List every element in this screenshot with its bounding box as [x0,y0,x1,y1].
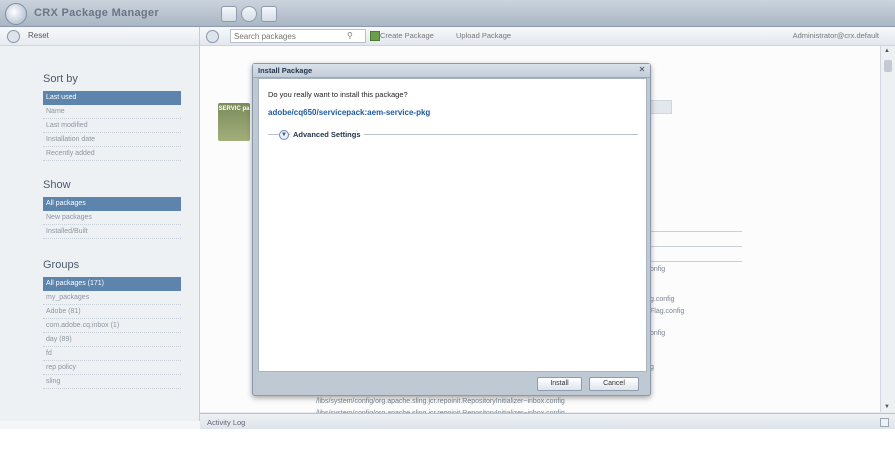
tool-icon-1[interactable] [221,6,237,22]
show-title: Show [43,179,71,191]
group-item-inbox[interactable]: com.adobe.cq.inbox (1) [43,319,181,333]
page-footer [0,429,895,453]
create-package-button[interactable]: Create Package [380,31,434,40]
scrollbar-thumb[interactable] [884,60,892,72]
sort-title: Sort by [43,73,78,85]
content-path: /libs/system/config/org.apache.sling.jcr… [316,398,565,405]
package-thumbnail[interactable]: SERVIC pa [218,103,250,141]
upload-package-button[interactable]: Upload Package [456,31,511,40]
show-item-installed[interactable]: Installed/Built [43,225,181,239]
install-package-dialog: Install Package ✕ Do you really want to … [252,63,651,396]
show-list: All packages New packages Installed/Buil… [43,197,181,239]
expand-toggle-icon[interactable]: ▼ [279,130,289,140]
scroll-down-icon[interactable]: ▼ [884,404,890,410]
group-item-all[interactable]: All packages (171) [43,277,181,291]
dialog-body: Do you really want to install this packa… [258,78,647,372]
group-item-adobe[interactable]: Adobe (81) [43,305,181,319]
install-button[interactable]: Install [537,377,582,391]
main-toolbar: ⚲ Create Package Upload Package Administ… [200,27,895,46]
dialog-footer: Install Cancel [258,371,645,393]
groups-list: All packages (171) my_packages Adobe (81… [43,277,181,389]
search-icon[interactable]: ⚲ [347,31,353,40]
create-package-icon[interactable] [370,31,380,41]
group-item-my-packages[interactable]: my_packages [43,291,181,305]
content-fragment: onfig [650,266,666,273]
group-item-rep-policy[interactable]: rep policy [43,361,181,375]
scroll-up-icon[interactable]: ▲ [884,48,890,54]
sort-item-recently-added[interactable]: Recently added [43,147,181,161]
package-path: adobe/cq650/servicepack:aem-service-pkg [268,108,431,117]
user-menu[interactable]: Administrator@crx.default [793,31,879,40]
scrollbar[interactable]: ▲ ▼ [880,46,895,412]
expand-icon[interactable] [880,418,889,427]
content-fragment: g.config [650,296,675,303]
search-input[interactable] [230,29,366,43]
tool-icon-3[interactable] [261,6,277,22]
divider [650,231,742,232]
groups-title: Groups [43,259,80,271]
dialog-title: Install Package [258,66,313,75]
divider [650,261,742,262]
close-icon[interactable]: ✕ [638,66,646,74]
group-item-day[interactable]: day (89) [43,333,181,347]
sort-item-name[interactable]: Name [43,105,181,119]
group-item-sling[interactable]: sling [43,375,181,389]
sidebar-toolbar: Reset [0,27,199,46]
cancel-button[interactable]: Cancel [589,377,639,391]
app-title: CRX Package Manager [34,7,159,19]
sort-list: Last used Name Last modified Installatio… [43,91,181,161]
sort-item-last-used[interactable]: Last used [43,91,181,105]
content-fragment: Flag.config [650,308,685,315]
show-item-new[interactable]: New packages [43,211,181,225]
reset-button[interactable]: Reset [28,31,49,40]
activity-log-label: Activity Log [207,418,246,427]
sort-item-last-modified[interactable]: Last modified [43,119,181,133]
sidebar: Reset Sort by Last used Name Last modifi… [0,27,200,421]
content-fragment: onfig [650,330,666,337]
activity-log-bar[interactable]: Activity Log [200,413,895,430]
divider [650,246,742,247]
advanced-settings-toggle[interactable]: Advanced Settings [290,130,364,139]
group-item-fd[interactable]: fd [43,347,181,361]
reset-icon[interactable] [7,30,20,43]
dialog-header: Install Package ✕ [253,64,650,78]
tool-icon-2[interactable] [241,6,257,22]
confirm-question: Do you really want to install this packa… [268,90,408,99]
sort-item-installation-date[interactable]: Installation date [43,133,181,147]
refresh-icon[interactable] [206,30,219,43]
app-header: CRX Package Manager [0,0,895,27]
show-item-all[interactable]: All packages [43,197,181,211]
crx-logo-icon [5,3,27,25]
